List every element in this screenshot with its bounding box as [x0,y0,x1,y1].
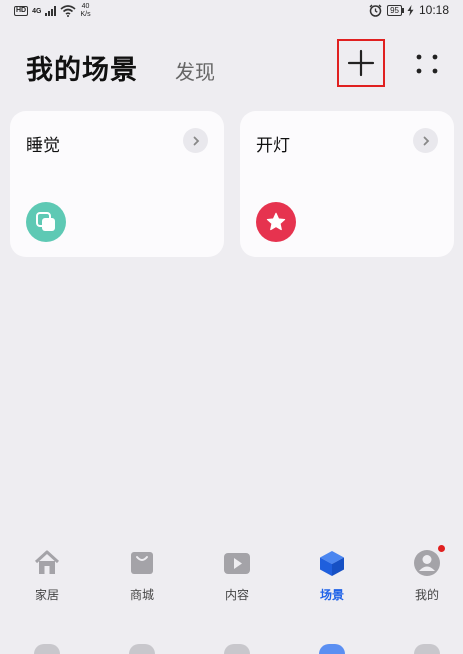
battery-icon: 95 [387,4,404,16]
nav-label: 我的 [414,588,439,602]
nav-item-mall[interactable]: 商城 [112,548,172,614]
network-type: 4G [32,7,42,15]
status-bar: HD 4G 40 K/s 95 10:18 [0,0,463,22]
scene-card-label: 睡觉 [26,136,60,156]
nav-item-home[interactable]: 家居 [17,548,77,614]
home-icon [32,548,62,578]
scene-detail-button[interactable] [183,128,208,153]
scene-card-lights-on[interactable]: 开灯 [240,111,454,257]
chevron-right-icon [423,136,429,145]
add-scene-button[interactable] [337,39,385,87]
nav-label: 家居 [34,588,59,602]
nav-item-mine[interactable]: 我的 [397,545,457,614]
bottom-nav: 家居 商城 内容 场景 我的 [0,545,463,618]
alarm-icon [369,4,382,17]
nav-label: 内容 [224,588,249,602]
partial-nav-row [0,640,463,654]
more-button[interactable] [410,50,444,78]
chevron-right-icon [193,136,199,145]
play-icon [222,548,252,578]
status-right: 95 10:18 [369,3,449,17]
nav-item-content[interactable]: 内容 [207,548,267,614]
profile-icon [412,545,445,578]
scene-card-sleep[interactable]: 睡觉 [10,111,224,257]
signal-icon [45,6,57,16]
shopping-bag-icon [127,548,157,578]
cube-icon [317,548,347,578]
star-icon [256,202,296,242]
nav-label: 商城 [129,588,154,602]
tab-discover[interactable]: 发现 [175,56,215,85]
charging-icon [407,4,414,16]
partial-icon [129,644,155,654]
notification-badge [438,545,445,552]
page-title: 我的场景 [26,55,138,86]
status-left: HD 4G 40 K/s [14,3,91,19]
overlapping-squares-icon [26,202,66,242]
more-dots-icon [416,54,438,74]
network-speed: 40 K/s [80,3,91,18]
nav-item-scenes[interactable]: 场景 [302,548,362,614]
wifi-icon [60,5,76,17]
partial-icon [319,644,345,654]
clock-time: 10:18 [418,3,449,17]
partial-icon [414,644,440,654]
scene-card-label: 开灯 [256,136,290,156]
scene-detail-button[interactable] [413,128,438,153]
hd-indicator: HD [14,6,29,16]
partial-icon [224,644,250,654]
nav-label: 场景 [319,588,344,602]
partial-icon [34,644,60,654]
plus-icon [347,49,375,77]
